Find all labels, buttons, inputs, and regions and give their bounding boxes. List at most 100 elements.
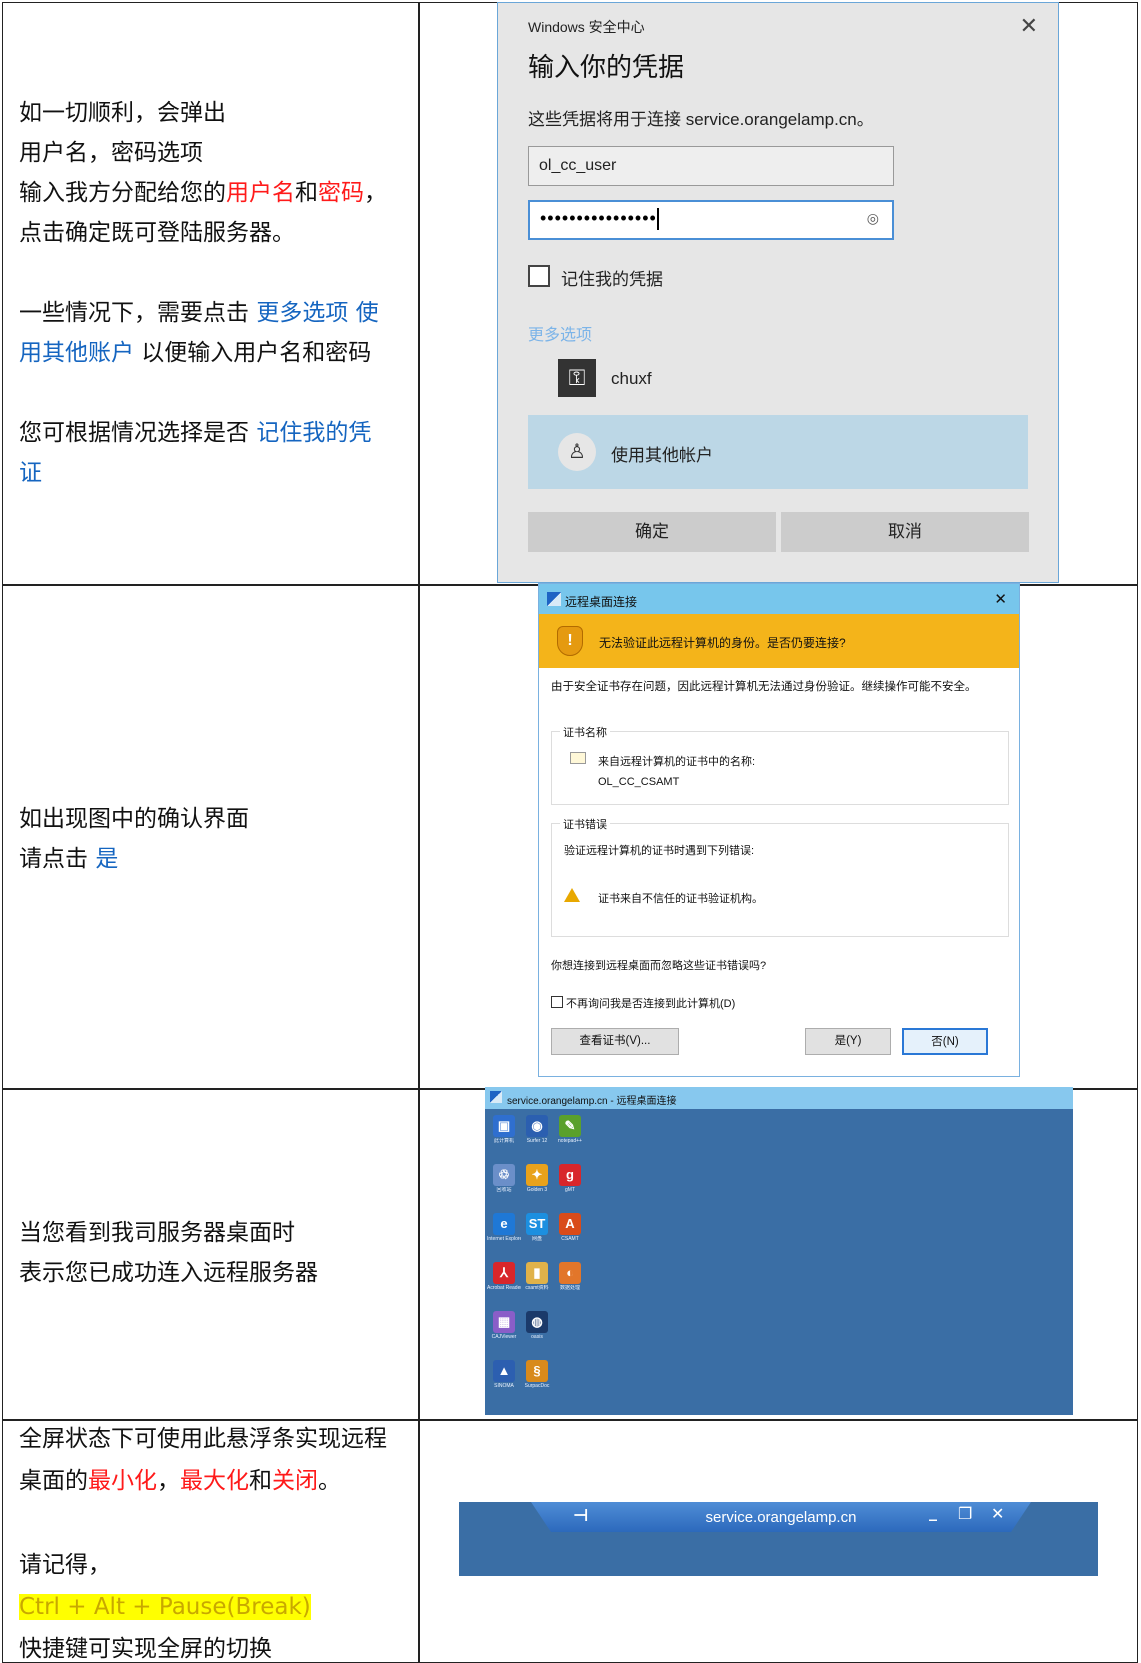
desktop-icon[interactable]: ♲ 回收站 bbox=[487, 1164, 521, 1193]
desktop-icon-image: A bbox=[559, 1213, 581, 1235]
credential-dialog: Windows 安全中心 ✕ 输入你的凭据 这些凭据将用于连接 service.… bbox=[497, 2, 1059, 583]
desktop-icon-label: notepad++ bbox=[558, 1138, 582, 1144]
text-line: 当您看到我司服务器桌面时 bbox=[19, 1220, 295, 1246]
account-option-other[interactable]: ♙ 使用其他帐户 bbox=[528, 415, 1028, 489]
reveal-password-icon[interactable]: ◎ bbox=[867, 210, 880, 227]
desktop-icon-label: gMT bbox=[565, 1187, 575, 1193]
text-line: 表示您已成功连入远程服务器 bbox=[19, 1260, 318, 1286]
remote-desktop-window: service.orangelamp.cn - 远程桌面连接 ▣ 此计算机 ◉ Sur… bbox=[485, 1087, 1073, 1415]
desktop-icon-label: csamt资料 bbox=[525, 1285, 549, 1291]
group-label: 证书错误 bbox=[560, 816, 610, 832]
desktop-icon[interactable]: ◐ 数据处理 bbox=[553, 1262, 587, 1291]
remember-label[interactable]: 记住我的凭据 bbox=[561, 265, 663, 290]
desktop-icon[interactable]: ⅄Acrobat Reader DC bbox=[487, 1262, 521, 1291]
password-mask: •••••••••••••••• bbox=[540, 208, 657, 228]
row2-instructions: 如出现图中的确认界面 请点击 是 bbox=[19, 799, 411, 879]
desktop-icon-image: ▦ bbox=[493, 1311, 515, 1333]
remember-checkbox[interactable] bbox=[528, 265, 550, 287]
restore-icon[interactable]: ❐ bbox=[958, 1504, 972, 1523]
desktop-icon-label: SurpacDoc bbox=[524, 1383, 550, 1389]
yes-button[interactable]: 是(Y) bbox=[805, 1028, 891, 1055]
desktop-icon-image: ▮ bbox=[526, 1262, 548, 1284]
desktop-icon-label: oasis bbox=[531, 1334, 543, 1340]
desktop-icon[interactable]: e Internet Explorer bbox=[487, 1213, 521, 1242]
text-caret bbox=[656, 208, 659, 231]
close-icon[interactable]: ✕ bbox=[1020, 13, 1038, 39]
user-icon: ♙ bbox=[558, 433, 596, 471]
desktop-icon-image: e bbox=[493, 1213, 515, 1235]
desktop-icon-image: ✎ bbox=[559, 1115, 581, 1137]
cert-error-desc: 验证远程计算机的证书时遇到下列错误: bbox=[564, 845, 755, 857]
warning-icon bbox=[564, 888, 580, 902]
shield-warning-icon: ! bbox=[557, 626, 583, 656]
text-line: 桌面的最小化，最大化和关闭。 bbox=[19, 1468, 341, 1494]
cert-name-group: 证书名称 来自远程计算机的证书中的名称: OL_CC_CSAMT bbox=[551, 724, 1009, 805]
desktop-icon-image: ▣ bbox=[493, 1115, 515, 1137]
dialog-title: Windows 安全中心 bbox=[528, 19, 645, 35]
question-text: 你想连接到远程桌面而忽略这些证书错误吗? bbox=[551, 960, 767, 972]
desktop-icon-image: ⅄ bbox=[493, 1262, 515, 1284]
account-name: 使用其他帐户 bbox=[611, 446, 713, 465]
warning-text: 无法验证此远程计算机的身份。是否仍要连接? bbox=[599, 636, 846, 650]
text-line: 点击确定既可登陆服务器。 bbox=[19, 220, 295, 246]
key-icon: ⚿ bbox=[558, 359, 596, 397]
close-icon[interactable]: ✕ bbox=[994, 590, 1007, 608]
desktop-icon-image: g bbox=[559, 1164, 581, 1186]
desktop-icon[interactable]: ✦ Golden 3 bbox=[520, 1164, 554, 1193]
more-options-link[interactable]: 更多选项 bbox=[528, 321, 592, 345]
desktop-icon-image: ◍ bbox=[526, 1311, 548, 1333]
desktop-icon-label: 数据处理 bbox=[559, 1285, 580, 1291]
connection-host: service.orangelamp.cn bbox=[705, 1509, 857, 1526]
cancel-button[interactable]: 取消 bbox=[781, 512, 1029, 552]
remote-window-titlebar: service.orangelamp.cn - 远程桌面连接 bbox=[485, 1087, 1073, 1109]
group-label: 证书名称 bbox=[560, 724, 610, 740]
desktop-icon[interactable]: ▦ CAJViewer bbox=[487, 1311, 521, 1340]
cert-error-group: 证书错误 验证远程计算机的证书时遇到下列错误: 证书来自不信任的证书验证机构。 bbox=[551, 816, 1009, 937]
dialog-title: 远程桌面连接 bbox=[565, 595, 638, 609]
row3-instructions: 当您看到我司服务器桌面时 表示您已成功连入远程服务器 bbox=[19, 1213, 411, 1293]
desktop-icon-image: ST bbox=[526, 1213, 548, 1235]
cert-error-item: 证书来自不信任的证书验证机构。 bbox=[598, 893, 763, 905]
account-option-chuxf[interactable]: ⚿ chuxf bbox=[558, 359, 1058, 407]
desktop-icon-image: § bbox=[526, 1360, 548, 1382]
desktop-icon[interactable]: ▣ 此计算机 bbox=[487, 1115, 521, 1144]
text-line: 如出现图中的确认界面 bbox=[19, 806, 249, 832]
rdp-app-icon bbox=[490, 1091, 502, 1103]
ok-button[interactable]: 确定 bbox=[528, 512, 776, 552]
desktop-icon-label: Surfer 12 bbox=[526, 1138, 548, 1144]
desktop-icon-image: ◉ bbox=[526, 1115, 548, 1137]
warning-body: 由于安全证书存在问题，因此远程计算机无法通过身份验证。继续操作可能不安全。 bbox=[551, 681, 977, 693]
dialog-titlebar: 远程桌面连接 ✕ bbox=[539, 584, 1019, 614]
desktop-icon[interactable]: ST 网盘 bbox=[520, 1213, 554, 1242]
desktop-icon[interactable]: ◍ oasis bbox=[520, 1311, 554, 1340]
username-field[interactable]: ol_cc_user bbox=[528, 146, 894, 186]
dialog-description: 这些凭据将用于连接 service.orangelamp.cn。 bbox=[528, 110, 874, 129]
view-certificate-button[interactable]: 查看证书(V)... bbox=[551, 1028, 679, 1055]
warning-banner: ! 无法验证此远程计算机的身份。是否仍要连接? bbox=[539, 614, 1019, 668]
desktop-icon[interactable]: g gMT bbox=[553, 1164, 587, 1193]
desktop-icon-label: 网盘 bbox=[531, 1236, 542, 1242]
desktop-icon[interactable]: ▲ SINOMA bbox=[487, 1360, 521, 1389]
desktop-icon[interactable]: ◉ Surfer 12 bbox=[520, 1115, 554, 1144]
desktop-icon-image: ▲ bbox=[493, 1360, 515, 1382]
desktop-icon-label: Internet Explorer bbox=[487, 1236, 521, 1242]
no-button[interactable]: 否(N) bbox=[902, 1028, 988, 1055]
account-name: chuxf bbox=[611, 369, 652, 388]
text-line: 用户名，密码选项 bbox=[19, 140, 203, 166]
password-field[interactable]: •••••••••••••••• ◎ bbox=[528, 200, 894, 240]
text-line: Ctrl + Alt + Pause(Break) bbox=[19, 1586, 411, 1628]
text-line: 用其他账户 以便输入用户名和密码 bbox=[19, 340, 372, 366]
dont-ask-label[interactable]: 不再询问我是否连接到此计算机(D) bbox=[566, 995, 735, 1011]
text-line: 证 bbox=[19, 460, 42, 486]
desktop-icon[interactable]: ▮ csamt资料 bbox=[520, 1262, 554, 1291]
dont-ask-checkbox[interactable] bbox=[551, 996, 563, 1008]
close-icon[interactable]: ✕ bbox=[991, 1504, 1004, 1523]
desktop-icon[interactable]: § SurpacDoc bbox=[520, 1360, 554, 1389]
desktop-icon[interactable]: A CSAMT bbox=[553, 1213, 587, 1242]
minimize-icon[interactable]: _ bbox=[929, 1502, 937, 1521]
dialog-heading: 输入你的凭据 bbox=[528, 52, 685, 82]
desktop-icon[interactable]: ✎ notepad++ bbox=[553, 1115, 587, 1144]
rdp-app-icon bbox=[547, 592, 561, 606]
row1-instructions: 如一切顺利，会弹出 用户名，密码选项 输入我方分配给您的用户名和密码， 点击确定… bbox=[19, 93, 411, 493]
desktop-icon-label: SINOMA bbox=[494, 1383, 514, 1389]
